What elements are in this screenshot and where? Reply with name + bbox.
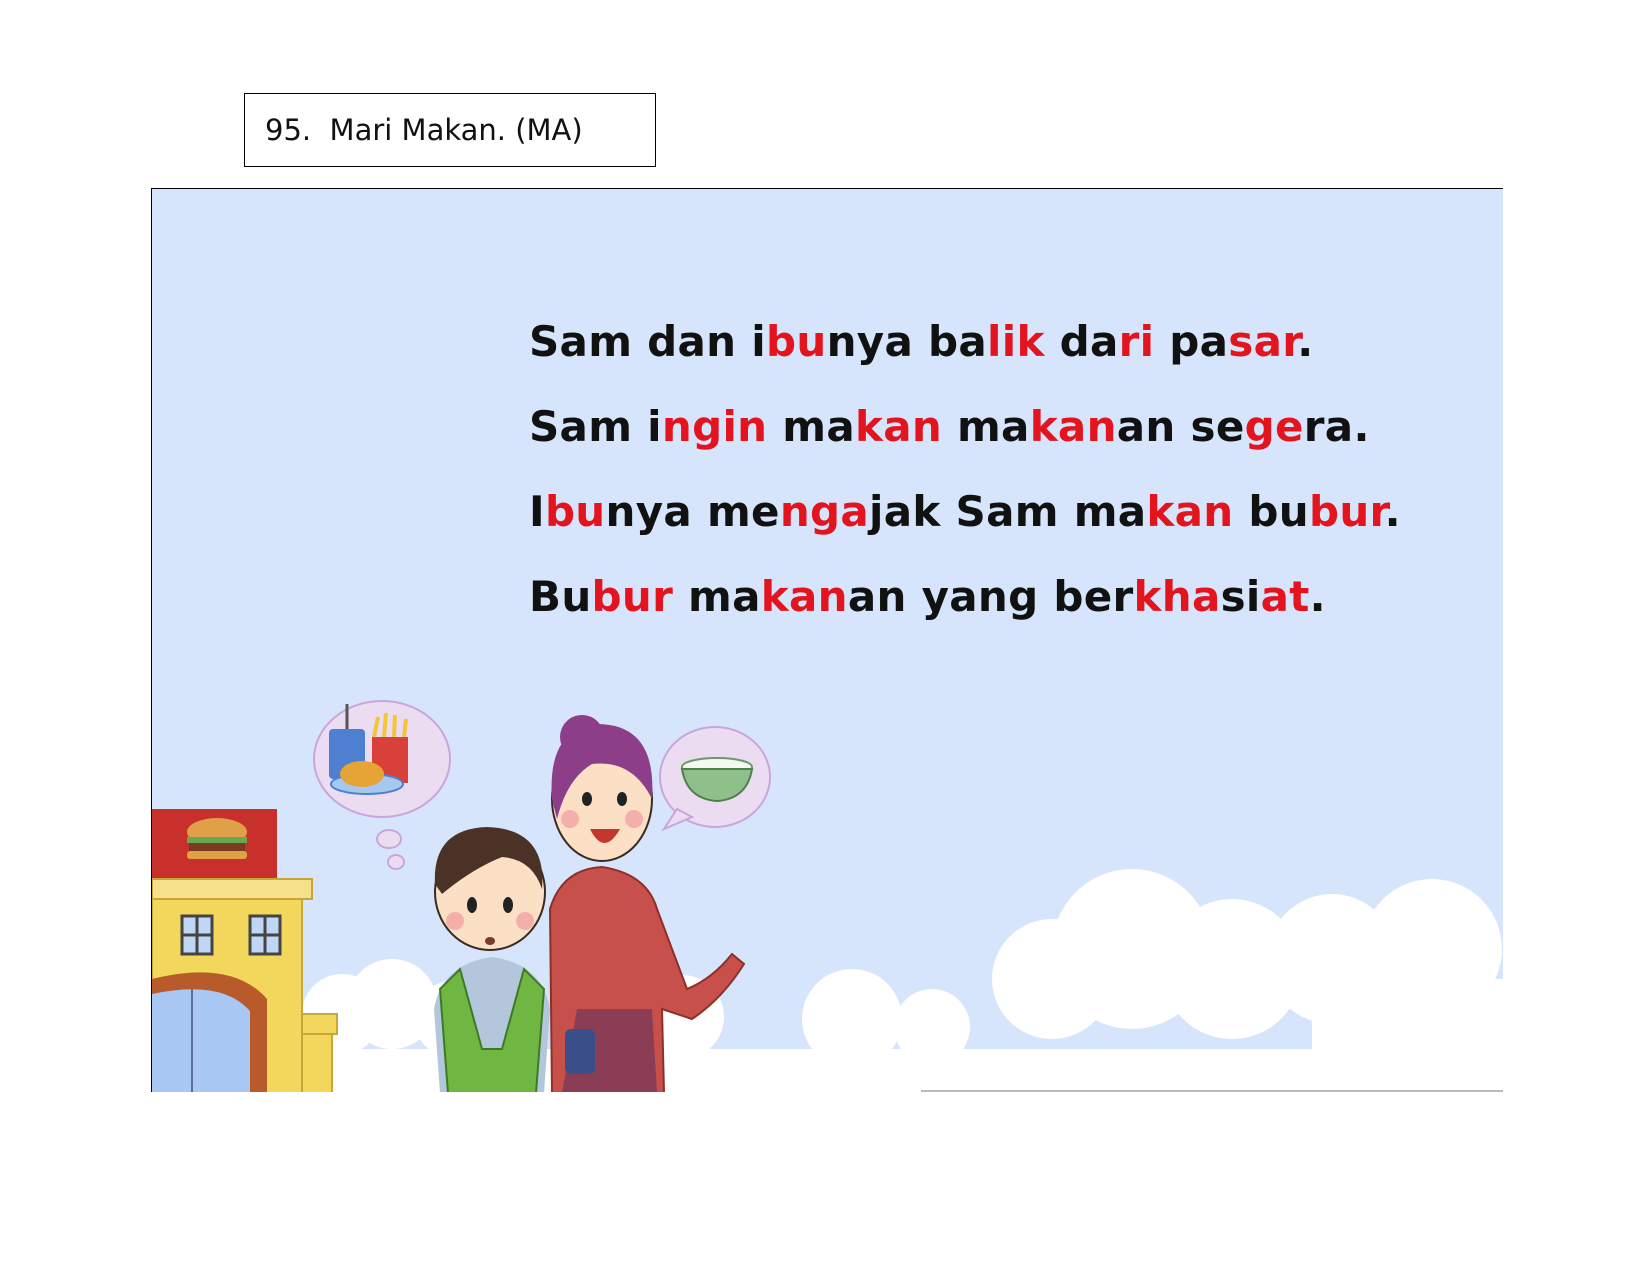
thought-bubble-fast-food (313, 700, 451, 870)
fast-food-restaurant (152, 809, 338, 1092)
story-panel: Sam dan ibunya balik dari pasar. Sam ing… (151, 188, 1503, 1092)
story-illustration (152, 700, 1503, 1092)
page-title: 95. Mari Makan. (MA) (244, 93, 656, 167)
bottom-rule (921, 1090, 1503, 1092)
speech-bubble-porridge (659, 726, 771, 832)
boy-sam (434, 827, 550, 1092)
